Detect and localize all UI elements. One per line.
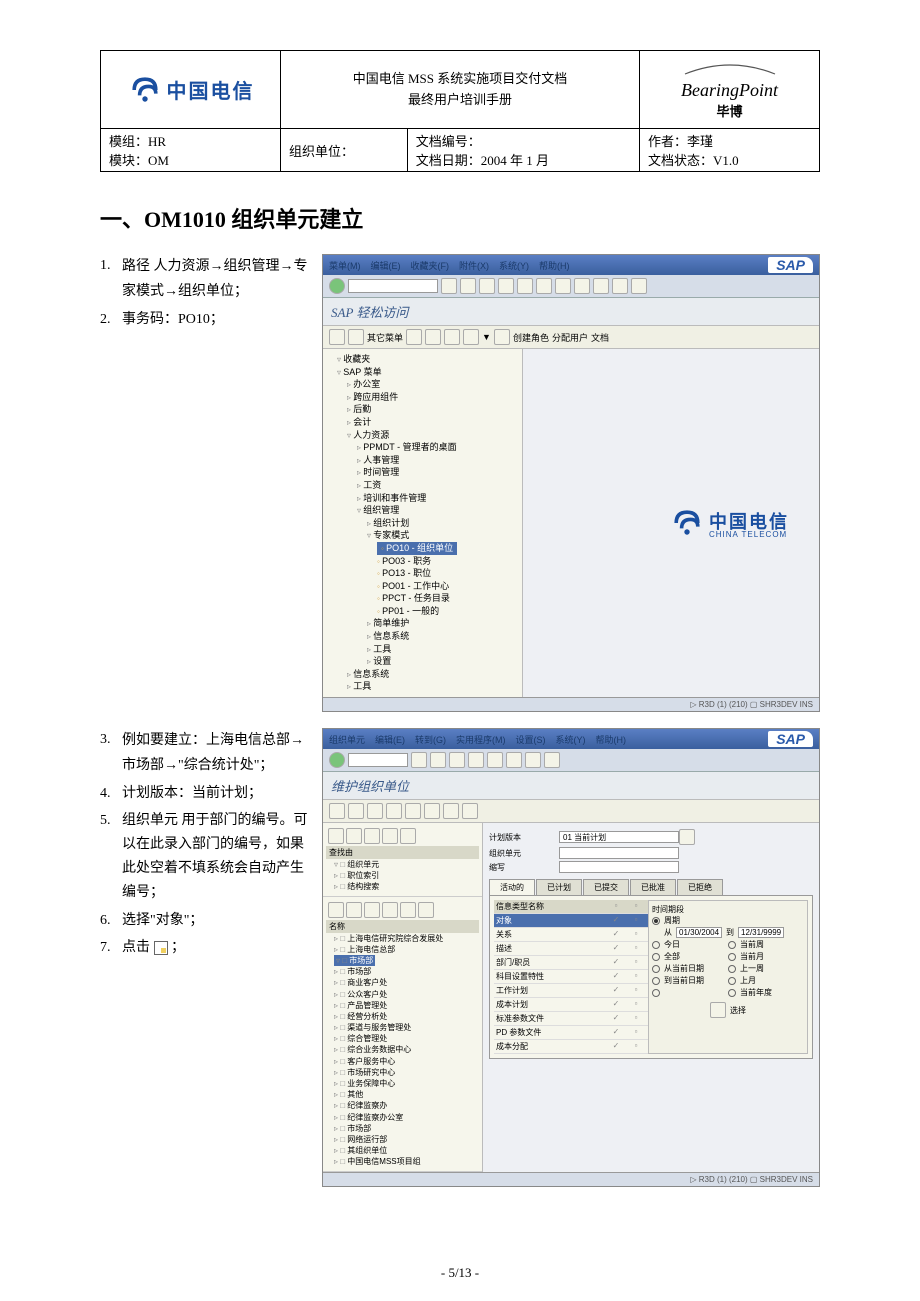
sap-screenshot-2: 组织单元编辑(E) 转到(G) 实用程序(M) 设置(S) 系统(Y) 帮助(H) SAP… <box>322 728 820 1187</box>
sap-toolbar2[interactable] <box>323 800 819 823</box>
infotype-row[interactable]: 科目设置特性✓▫ <box>494 970 648 984</box>
infotype-row[interactable]: 对象✓▫ <box>494 914 648 928</box>
doc-title-1: 中国电信 MSS 系统实施项目交付文档 <box>289 69 631 90</box>
period-box: 时间期段 周期 从01/30/2004到12/31/9999 今日当前周全部当前… <box>648 900 808 1054</box>
page-footer: - 5/13 - <box>0 1265 920 1281</box>
tab[interactable]: 已拒绝 <box>677 879 723 895</box>
sap2-right-panel: 计划版本01 当前计划 组织单元 缩写 活动的已计划已提交已批准已拒绝 信息类型… <box>483 823 819 1172</box>
date-from-input[interactable]: 01/30/2004 <box>676 927 722 938</box>
step-item: 5.组织单元 用于部门的编号。可以在此录入部门的编号，如果此处空着不填系统会自动… <box>100 809 310 904</box>
menu-item[interactable]: 编辑(E) <box>371 261 401 271</box>
meta-docinfo: 文档编号： 文档日期：2004 年 1 月 <box>407 129 639 172</box>
ct-watermark: 中国电信 CHINA TELECOM <box>669 505 789 541</box>
ct-logo-text: 中国电信 <box>167 75 255 104</box>
infotype-list[interactable]: 信息类型名称▫▫ 对象✓▫关系✓▫描述✓▫部门/职员✓▫科目设置特性✓▫工作计划… <box>494 900 648 1054</box>
sap-subtitle: SAP 轻松访问 <box>323 298 819 326</box>
date-to-input[interactable]: 12/31/9999 <box>738 927 784 938</box>
sap-logo-icon: SAP <box>768 257 813 273</box>
abbr-input[interactable] <box>559 861 679 873</box>
infotype-row[interactable]: 描述✓▫ <box>494 942 648 956</box>
infotype-row[interactable]: 工作计划✓▫ <box>494 984 648 998</box>
radio-option[interactable] <box>652 953 660 961</box>
infotype-row[interactable]: 标准参数文件✓▫ <box>494 1012 648 1026</box>
sap-menubar[interactable]: 组织单元编辑(E) 转到(G) 实用程序(M) 设置(S) 系统(Y) 帮助(H) <box>329 733 636 746</box>
step-item: 2.事务码：PO10； <box>100 308 310 332</box>
sap-main-area: 中国电信 CHINA TELECOM <box>523 349 819 697</box>
china-telecom-icon <box>127 72 163 108</box>
tab[interactable]: 已提交 <box>583 879 629 895</box>
infotype-row[interactable]: 成本计划✓▫ <box>494 998 648 1012</box>
menu-item[interactable]: 设置(S) <box>516 735 546 745</box>
meta-author: 作者：李瑾 文档状态：V1.0 <box>640 129 820 172</box>
radio-option[interactable] <box>652 965 660 973</box>
menu-item[interactable]: 组织单元 <box>329 735 365 745</box>
sap-titlebar: 菜单(M) 编辑(E) 收藏夹(F) 附件(X) 系统(Y) 帮助(H) SAP <box>323 255 819 275</box>
sap-subtitle: 维护组织单位 <box>323 772 819 800</box>
tcode-input[interactable] <box>348 279 438 293</box>
menu-item[interactable]: 系统(Y) <box>499 261 529 271</box>
doc-title-cell: 中国电信 MSS 系统实施项目交付文档 最终用户培训手册 <box>281 51 640 129</box>
infotype-row[interactable]: 关系✓▫ <box>494 928 648 942</box>
steps-block-1: 1.路径 人力资源→组织管理→专家模式→组织单位； 2.事务码：PO10； <box>100 254 310 335</box>
bp-logo-cell: BearingPoint 毕博 <box>640 51 820 129</box>
menu-item[interactable]: 帮助(H) <box>539 261 570 271</box>
menu-item[interactable]: 附件(X) <box>459 261 489 271</box>
tab[interactable]: 已批准 <box>630 879 676 895</box>
infotype-row[interactable]: 成本分配✓▫ <box>494 1040 648 1054</box>
radio-option[interactable] <box>652 941 660 949</box>
china-telecom-icon <box>669 505 705 541</box>
sap-statusbar: ▷ R3D (1) (210) ▢ SHR3DEV INS <box>323 1172 819 1186</box>
doc-title-2: 最终用户培训手册 <box>289 90 631 111</box>
sap-screenshot-1: 菜单(M) 编辑(E) 收藏夹(F) 附件(X) 系统(Y) 帮助(H) SAP SAP … <box>322 254 820 712</box>
radio-option[interactable] <box>652 989 660 997</box>
step-item: 1.路径 人力资源→组织管理→专家模式→组织单位； <box>100 254 310 304</box>
sap-statusbar: ▷ R3D (1) (210) ▢ SHR3DEV INS <box>323 697 819 711</box>
tab[interactable]: 活动的 <box>489 879 535 895</box>
radio-option[interactable] <box>652 977 660 985</box>
dropdown-icon[interactable] <box>679 829 695 845</box>
sap-toolbar2[interactable]: 其它菜单 ▼ 创建角色 分配用户 文档 <box>323 326 819 349</box>
radio-period[interactable] <box>652 917 660 925</box>
menu-item[interactable]: 编辑(E) <box>375 735 405 745</box>
step-item: 3.例如要建立：上海电信总部→市场部→"综合统计处"； <box>100 728 310 778</box>
ct-logo-cell: 中国电信 <box>101 51 281 129</box>
sap-titlebar: 组织单元编辑(E) 转到(G) 实用程序(M) 设置(S) 系统(Y) 帮助(H) SAP <box>323 729 819 749</box>
plan-version-input[interactable]: 01 当前计划 <box>559 831 679 843</box>
sap-nav-tree[interactable]: 收藏夹SAP 菜单办公室跨应用组件后勤会计人力资源PPMDT - 管理者的桌面人… <box>323 349 523 697</box>
sap-toolbar[interactable] <box>323 749 819 772</box>
menu-item[interactable]: 菜单(M) <box>329 261 361 271</box>
tcode-input[interactable] <box>348 753 408 767</box>
sap-logo-icon: SAP <box>768 731 813 747</box>
menu-item[interactable]: 帮助(H) <box>596 735 627 745</box>
bp-arc-icon <box>680 61 780 75</box>
menu-item[interactable]: 转到(G) <box>415 735 446 745</box>
tab[interactable]: 已计划 <box>536 879 582 895</box>
infotype-tabs[interactable]: 活动的已计划已提交已批准已拒绝 <box>489 879 813 896</box>
sap-menubar[interactable]: 菜单(M) 编辑(E) 收藏夹(F) 附件(X) 系统(Y) 帮助(H) <box>329 259 580 272</box>
step-item: 7.点击 ； <box>100 936 310 960</box>
select-icon[interactable] <box>710 1002 726 1018</box>
menu-item[interactable]: 系统(Y) <box>556 735 586 745</box>
toolbar-btn[interactable] <box>441 278 457 294</box>
menu-item[interactable]: 实用程序(M) <box>456 735 506 745</box>
bp-sub: 毕博 <box>648 101 811 120</box>
sap2-left-panel[interactable]: 查找由 组织单元职位索引结构搜索 名称 上海电信研究院综合发展处上海电信总部市场… <box>323 823 483 1172</box>
ok-icon[interactable] <box>329 752 345 768</box>
step-item: 4.计划版本：当前计划； <box>100 782 310 806</box>
bp-name: BearingPoint <box>648 80 811 101</box>
doc-header-table: 中国电信 中国电信 MSS 系统实施项目交付文档 最终用户培训手册 Bearin… <box>100 50 820 172</box>
meta-org: 组织单位： <box>281 129 408 172</box>
menu-item[interactable]: 收藏夹(F) <box>411 261 450 271</box>
infotype-row[interactable]: PD 参数文件✓▫ <box>494 1026 648 1040</box>
step-item: 6.选择"对象"； <box>100 909 310 933</box>
org-unit-input[interactable] <box>559 847 679 859</box>
infotype-row[interactable]: 部门/职员✓▫ <box>494 956 648 970</box>
sap-toolbar[interactable] <box>323 275 819 298</box>
meta-module: 模组：HR 模块：OM <box>101 129 281 172</box>
create-icon <box>154 941 168 955</box>
section-title: 一、OM1010 组织单元建立 <box>100 202 820 234</box>
ok-icon[interactable] <box>329 278 345 294</box>
steps-block-2: 3.例如要建立：上海电信总部→市场部→"综合统计处"； 4.计划版本：当前计划； 5… <box>100 728 310 964</box>
